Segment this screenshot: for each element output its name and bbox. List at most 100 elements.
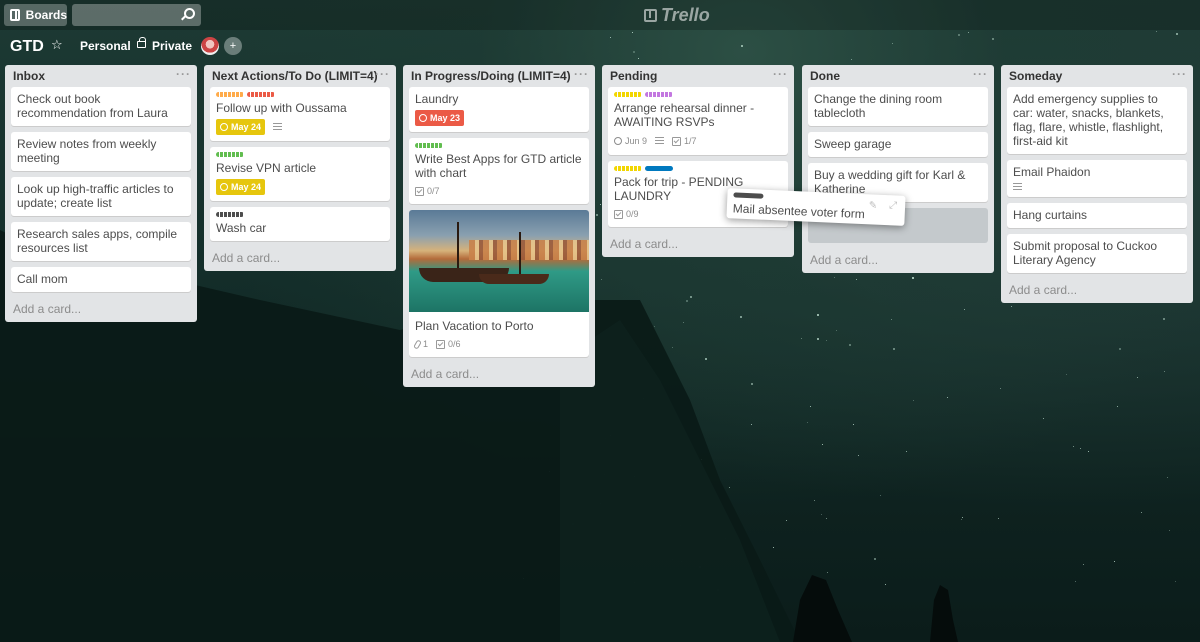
clock-icon — [614, 137, 622, 145]
list-menu-icon[interactable]: ··· — [375, 63, 390, 85]
star-dot — [825, 339, 827, 341]
star-dot — [729, 487, 731, 489]
star-dot — [912, 277, 915, 280]
card[interactable]: Revise VPN article May 24 — [210, 147, 390, 201]
cover-mast — [519, 232, 521, 276]
due-date-badge: May 24 — [216, 179, 266, 195]
add-card-link[interactable]: Add a card... — [808, 249, 988, 267]
cover-mast — [457, 222, 459, 272]
card-badges: 0/7 — [415, 184, 583, 198]
star-dot — [1168, 530, 1170, 532]
boards-button[interactable]: Boards — [4, 4, 67, 26]
trello-logo[interactable]: Trello — [644, 5, 710, 26]
star-dot — [717, 589, 720, 592]
star-dot — [1042, 418, 1044, 420]
star-dot — [1079, 448, 1081, 450]
label-red — [247, 92, 275, 97]
star-dot — [850, 59, 852, 61]
star-dot — [689, 295, 692, 298]
star-dot — [1167, 477, 1169, 479]
team-button[interactable]: Personal — [80, 39, 131, 53]
star-dot — [963, 309, 965, 311]
card-cover-image — [409, 210, 589, 312]
search-input[interactable] — [72, 4, 201, 26]
card-title: Laundry — [415, 92, 459, 106]
star-dot — [856, 278, 858, 280]
star-dot — [1156, 31, 1158, 33]
card-title: Review notes from weekly meeting — [17, 137, 157, 165]
card[interactable]: Arrange rehearsal dinner - AWAITING RSVP… — [608, 87, 788, 155]
card[interactable]: Add emergency supplies to car: water, sn… — [1007, 87, 1187, 154]
checklist-icon — [672, 136, 682, 146]
card-title: Pack for trip - PENDING LAUNDRY — [614, 175, 744, 203]
card-labels — [216, 92, 384, 97]
star-dot — [785, 519, 787, 521]
expand-icon[interactable]: ⤢ — [889, 200, 897, 211]
card[interactable]: Write Best Apps for GTD article with cha… — [409, 138, 589, 204]
pencil-icon[interactable]: ✎ — [868, 200, 877, 211]
card[interactable]: Laundry May 23 — [409, 87, 589, 132]
star-icon[interactable]: ☆ — [51, 37, 63, 53]
card[interactable]: Plan Vacation to Porto 1 0/6 — [409, 210, 589, 357]
label-blue — [645, 166, 673, 171]
search-icon[interactable] — [184, 8, 195, 19]
list-title[interactable]: Done ··· — [808, 65, 988, 87]
list-menu-icon[interactable]: ··· — [773, 63, 788, 85]
list-title[interactable]: In Progress/Doing (LIMIT=4) ··· — [409, 65, 589, 87]
list-menu-icon[interactable]: ··· — [973, 63, 988, 85]
card-title: Hang curtains — [1013, 208, 1088, 222]
add-card-link[interactable]: Add a card... — [1007, 279, 1187, 297]
add-member-icon[interactable]: + — [224, 37, 242, 55]
clock-icon — [220, 183, 228, 191]
card[interactable]: Research sales apps, compile resources l… — [11, 222, 191, 261]
star-dot — [905, 451, 907, 453]
list-menu-icon[interactable]: ··· — [574, 63, 589, 85]
list-title[interactable]: Next Actions/To Do (LIMIT=4) ··· — [210, 65, 390, 87]
star-dot — [800, 338, 802, 340]
star-dot — [595, 213, 598, 216]
card[interactable]: Look up high-traffic articles to update;… — [11, 177, 191, 216]
card-title: Buy a wedding gift for Karl & Katherine — [814, 168, 966, 196]
card-title: Revise VPN article — [216, 161, 317, 175]
star-dot — [825, 518, 827, 520]
star-dot — [1065, 373, 1067, 375]
card-title: Follow up with Oussama — [216, 101, 347, 115]
add-card-link[interactable]: Add a card... — [608, 233, 788, 251]
add-card-link[interactable]: Add a card... — [210, 247, 390, 265]
star-dot — [773, 546, 775, 548]
card[interactable]: Email Phaidon — [1007, 160, 1187, 197]
card[interactable]: Hang curtains — [1007, 203, 1187, 228]
card[interactable]: Wash car — [210, 207, 390, 241]
checklist-icon — [415, 186, 424, 196]
card-badges: May 23 — [415, 110, 583, 126]
card[interactable]: Submit proposal to Cuckoo Literary Agenc… — [1007, 234, 1187, 273]
card[interactable]: Check out book recommendation from Laura — [11, 87, 191, 126]
card[interactable]: Follow up with Oussama May 24 — [210, 87, 390, 141]
add-card-link[interactable]: Add a card... — [11, 298, 191, 316]
card[interactable]: Review notes from weekly meeting — [11, 132, 191, 171]
checklist-count: 0/9 — [626, 209, 639, 219]
list-menu-icon[interactable]: ··· — [176, 63, 191, 85]
card[interactable]: Call mom — [11, 267, 191, 292]
visibility-button[interactable]: Private — [152, 39, 192, 53]
star-dot — [1116, 406, 1118, 408]
card[interactable]: Change the dining room tablecloth — [808, 87, 988, 126]
card-title: Research sales apps, compile resources l… — [17, 227, 178, 255]
star-dot — [814, 499, 816, 501]
add-card-link[interactable]: Add a card... — [409, 363, 589, 381]
star-dot — [603, 474, 605, 476]
list-title[interactable]: Pending ··· — [608, 65, 788, 87]
star-dot — [834, 276, 836, 278]
list-title[interactable]: Someday ··· — [1007, 65, 1187, 87]
card[interactable]: Sweep garage — [808, 132, 988, 157]
star-dot — [605, 437, 607, 439]
list-title[interactable]: Inbox ··· — [11, 65, 191, 87]
card-badges: Jun 9 1/7 — [614, 133, 782, 149]
board-title[interactable]: GTD — [10, 38, 44, 56]
member-avatar[interactable] — [201, 37, 219, 55]
card-title: Add emergency supplies to car: water, sn… — [1013, 92, 1164, 148]
card-title: Wash car — [216, 221, 267, 235]
list-menu-icon[interactable]: ··· — [1172, 63, 1187, 85]
card-badges: May 24 — [216, 179, 384, 195]
star-dot — [1010, 305, 1012, 307]
